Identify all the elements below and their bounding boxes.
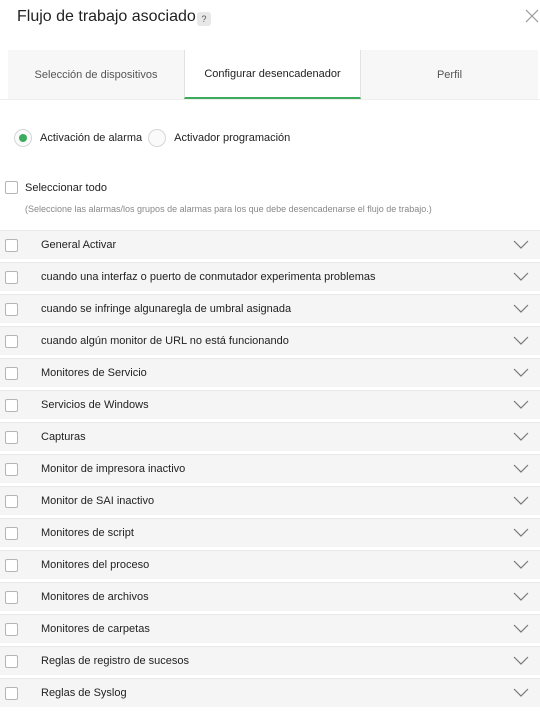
row-label: cuando se infringe algunaregla de umbral… <box>41 303 292 315</box>
list-item[interactable]: General Activar <box>0 230 540 259</box>
list-item[interactable]: cuando se infringe algunaregla de umbral… <box>0 294 540 323</box>
tab-profile[interactable]: Perfil <box>361 50 538 99</box>
chevron-down-icon[interactable] <box>513 336 529 346</box>
radio-schedule-activation[interactable] <box>148 129 167 147</box>
list-item[interactable]: Monitores de carpetas <box>0 614 540 643</box>
close-icon[interactable] <box>524 8 540 24</box>
dialog-title: Flujo de trabajo asociado <box>17 8 196 25</box>
dialog-header: Flujo de trabajo asociado ? <box>0 0 540 50</box>
radio-schedule-activation-label[interactable]: Activador programación <box>174 132 290 144</box>
alarm-group-list: General Activar cuando una interfaz o pu… <box>0 230 540 710</box>
list-item[interactable]: cuando una interfaz o puerto de conmutad… <box>0 262 540 291</box>
chevron-down-icon[interactable] <box>513 272 529 282</box>
row-label: Reglas de registro de sucesos <box>41 655 189 667</box>
row-label: Monitores de archivos <box>41 591 149 603</box>
row-checkbox[interactable] <box>5 623 18 636</box>
row-checkbox[interactable] <box>5 335 18 348</box>
row-checkbox[interactable] <box>5 399 18 412</box>
row-label: Monitores de script <box>41 527 134 539</box>
row-checkbox[interactable] <box>5 431 18 444</box>
row-checkbox[interactable] <box>5 591 18 604</box>
row-checkbox[interactable] <box>5 271 18 284</box>
chevron-down-icon[interactable] <box>513 624 529 634</box>
tab-configure-trigger[interactable]: Configurar desencadenador <box>184 50 361 99</box>
list-item[interactable]: Reglas de registro de sucesos <box>0 646 540 675</box>
row-label: General Activar <box>41 239 117 251</box>
list-item[interactable]: Reglas de Syslog <box>0 678 540 707</box>
chevron-down-icon[interactable] <box>513 592 529 602</box>
list-item[interactable]: cuando algún monitor de URL no está func… <box>0 326 540 355</box>
select-all-label[interactable]: Seleccionar todo <box>25 182 107 194</box>
chevron-down-icon[interactable] <box>513 528 529 538</box>
radio-alarm-activation-label[interactable]: Activación de alarma <box>40 132 142 144</box>
row-label: Monitores de carpetas <box>41 623 150 635</box>
chevron-down-icon[interactable] <box>513 304 529 314</box>
radio-alarm-activation[interactable] <box>14 129 32 147</box>
chevron-down-icon[interactable] <box>513 400 529 410</box>
row-checkbox[interactable] <box>5 367 18 380</box>
chevron-down-icon[interactable] <box>513 656 529 666</box>
row-label: Monitor de impresora inactivo <box>41 463 186 475</box>
row-checkbox[interactable] <box>5 463 18 476</box>
row-label: Monitores de Servicio <box>41 367 147 379</box>
row-label: cuando algún monitor de URL no está func… <box>41 335 289 347</box>
row-checkbox[interactable] <box>5 495 18 508</box>
list-item[interactable]: Servicios de Windows <box>0 390 540 419</box>
chevron-down-icon[interactable] <box>513 560 529 570</box>
chevron-down-icon[interactable] <box>513 496 529 506</box>
list-item[interactable]: Capturas <box>0 422 540 451</box>
tab-bar: Selección de dispositivos Configurar des… <box>8 50 538 99</box>
row-label: Monitores del proceso <box>41 559 150 571</box>
trigger-type-group: Activación de alarma Activador programac… <box>14 128 290 148</box>
list-item[interactable]: Monitores de Servicio <box>0 358 540 387</box>
chevron-down-icon[interactable] <box>513 688 529 698</box>
list-item[interactable]: Monitor de impresora inactivo <box>0 454 540 483</box>
row-checkbox[interactable] <box>5 239 18 252</box>
row-checkbox[interactable] <box>5 559 18 572</box>
row-label: Reglas de Syslog <box>41 687 127 699</box>
tab-device-selection[interactable]: Selección de dispositivos <box>8 50 184 99</box>
row-label: Servicios de Windows <box>41 399 149 411</box>
list-item[interactable]: Monitores de script <box>0 518 540 547</box>
row-checkbox[interactable] <box>5 527 18 540</box>
chevron-down-icon[interactable] <box>513 432 529 442</box>
row-label: Monitor de SAI inactivo <box>41 495 155 507</box>
chevron-down-icon[interactable] <box>513 240 529 250</box>
list-item[interactable]: Monitores de archivos <box>0 582 540 611</box>
select-all-checkbox[interactable] <box>5 181 18 194</box>
row-checkbox[interactable] <box>5 303 18 316</box>
row-checkbox[interactable] <box>5 655 18 668</box>
tab-divider <box>0 99 540 100</box>
selection-hint: (Seleccione las alarmas/los grupos de al… <box>25 204 432 214</box>
help-icon[interactable]: ? <box>197 12 211 26</box>
select-all: Seleccionar todo <box>5 181 107 194</box>
row-checkbox[interactable] <box>5 687 18 700</box>
list-item[interactable]: Monitores del proceso <box>0 550 540 579</box>
row-label: cuando una interfaz o puerto de conmutad… <box>41 271 376 283</box>
chevron-down-icon[interactable] <box>513 368 529 378</box>
list-item[interactable]: Monitor de SAI inactivo <box>0 486 540 515</box>
chevron-down-icon[interactable] <box>513 464 529 474</box>
row-label: Capturas <box>41 431 86 443</box>
